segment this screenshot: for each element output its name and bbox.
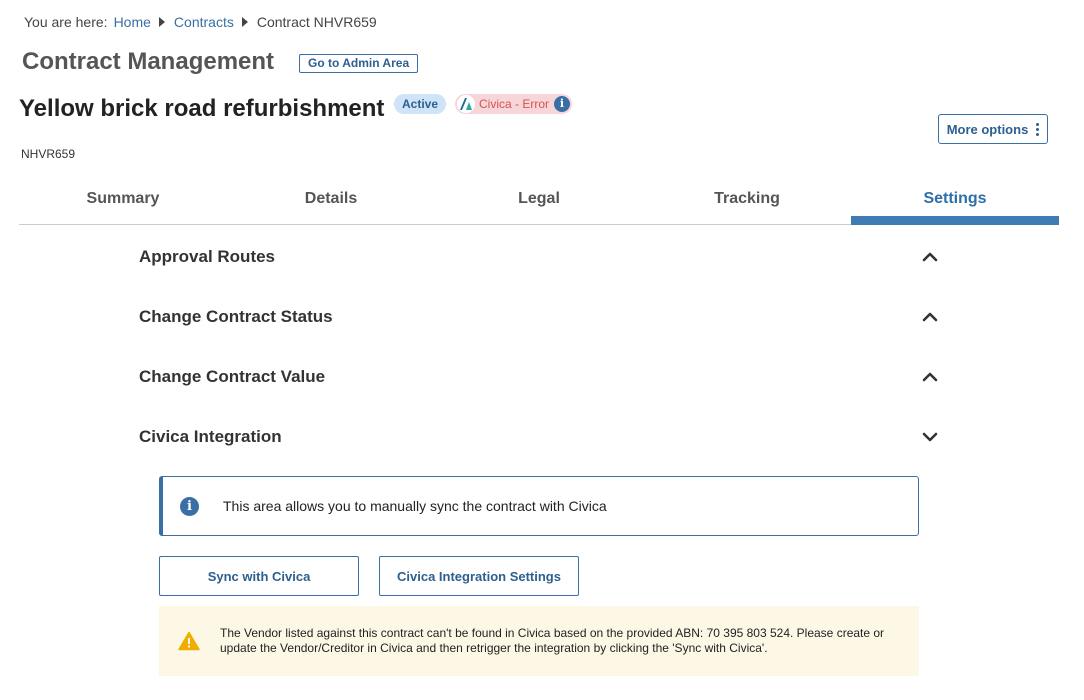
section-label: Change Contract Value [139, 367, 326, 386]
warning-alert-text: The Vendor listed against this contract … [220, 626, 885, 655]
section-civica-integration[interactable]: Civica Integration [139, 417, 941, 457]
civica-logo-icon [457, 95, 475, 113]
page-title: Contract Management [22, 48, 275, 75]
civica-integration-settings-button[interactable]: Civica Integration Settings [379, 556, 579, 596]
warning-alert: The Vendor listed against this contract … [159, 606, 919, 676]
status-badge: Active [394, 94, 447, 114]
chevron-down-icon [919, 426, 941, 448]
contract-title: Yellow brick road refurbishment [19, 95, 385, 122]
tab-details[interactable]: Details [227, 183, 435, 224]
civica-error-label: Civica - Error [479, 97, 550, 111]
breadcrumb-prefix: You are here: [24, 14, 108, 30]
kebab-menu-icon [1036, 122, 1040, 137]
chevron-up-icon [919, 306, 941, 328]
breadcrumb-separator-icon [241, 17, 248, 27]
breadcrumb-current: Contract NHVR659 [256, 14, 377, 30]
tab-legal[interactable]: Legal [435, 183, 643, 224]
civica-error-badge: Civica - Error i [455, 94, 573, 114]
tab-settings[interactable]: Settings [851, 183, 1059, 225]
breadcrumb-contracts-link[interactable]: Contracts [174, 14, 234, 30]
breadcrumb-separator-icon [158, 17, 165, 27]
section-change-contract-value[interactable]: Change Contract Value [139, 357, 941, 397]
info-icon[interactable]: i [554, 96, 571, 112]
tab-bar: Summary Details Legal Tracking Settings [19, 183, 1059, 225]
tab-summary[interactable]: Summary [19, 183, 227, 224]
section-label: Civica Integration [139, 427, 282, 446]
section-label: Approval Routes [139, 247, 276, 266]
go-to-admin-button[interactable]: Go to Admin Area [299, 54, 419, 73]
tab-tracking[interactable]: Tracking [643, 183, 851, 224]
more-options-label: More options [946, 121, 1029, 137]
sync-with-civica-button[interactable]: Sync with Civica [159, 556, 359, 596]
more-options-button[interactable]: More options [938, 114, 1048, 144]
warning-icon [178, 631, 200, 651]
contract-code: NHVR659 [21, 147, 76, 161]
info-icon: i [180, 496, 199, 516]
section-approval-routes[interactable]: Approval Routes [139, 237, 941, 277]
info-alert-text: This area allows you to manually sync th… [223, 498, 607, 514]
section-change-contract-status[interactable]: Change Contract Status [139, 297, 941, 337]
info-alert: i This area allows you to manually sync … [159, 476, 919, 536]
breadcrumb: You are here: Home Contracts Contract NH… [24, 14, 377, 30]
chevron-up-icon [919, 246, 941, 268]
chevron-up-icon [919, 366, 941, 388]
breadcrumb-home-link[interactable]: Home [114, 14, 151, 30]
section-label: Change Contract Status [139, 307, 333, 326]
